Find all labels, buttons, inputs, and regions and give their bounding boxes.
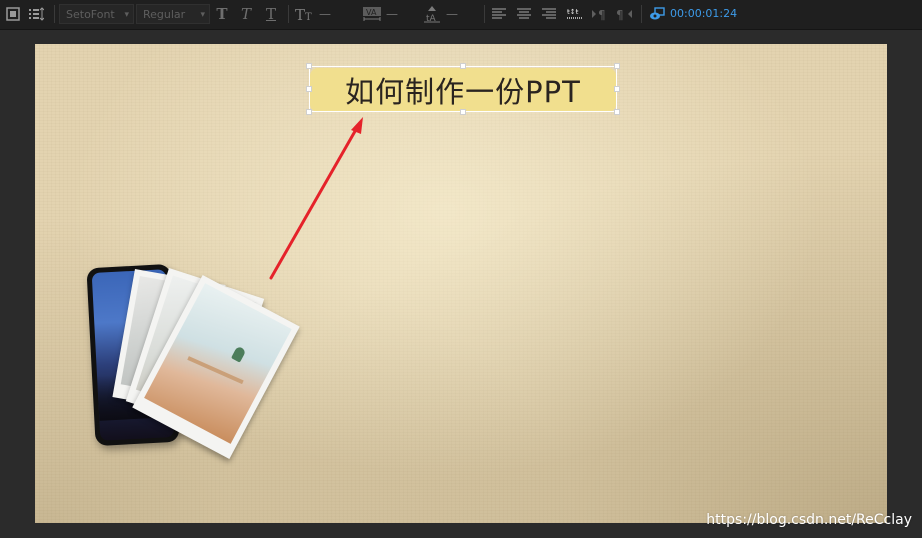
resize-handle[interactable] [614,86,620,92]
ltr-paragraph-icon[interactable]: ¶ [590,3,610,25]
bold-glyph: T [216,5,228,23]
list-settings-icon[interactable] [27,3,45,25]
film-frame-icon[interactable] [5,3,21,25]
chevron-down-icon: ▾ [124,10,129,20]
font-size-icon[interactable]: TT [294,3,316,25]
resize-handle[interactable] [460,109,466,115]
rtl-paragraph-icon[interactable]: ¶ [614,3,634,25]
text-toolbar: SetoFont ▾ Regular ▾ T T T TT — VA — tA … [0,0,922,30]
italic-button[interactable]: T [237,3,255,25]
align-center-icon[interactable] [515,3,533,25]
font-style-value: Regular [143,8,186,21]
resize-handle[interactable] [460,63,466,69]
letter-spacing-value[interactable]: — [385,3,399,25]
font-style-select[interactable]: Regular ▾ [136,4,210,24]
font-size-value[interactable]: — [318,3,332,25]
chevron-down-icon: ▾ [200,10,205,20]
resize-handle[interactable] [306,63,312,69]
svg-text:¶: ¶ [598,8,606,21]
bold-button[interactable]: T [213,3,231,25]
underline-glyph: T [265,5,276,23]
selection-frame [309,66,617,112]
underline-button[interactable]: T [262,3,280,25]
layer-visibility-icon[interactable] [648,3,666,25]
watermark-text: https://blog.csdn.net/ReCclay [706,512,912,528]
align-left-icon[interactable] [490,3,508,25]
resize-handle[interactable] [614,109,620,115]
font-family-select[interactable]: SetoFont ▾ [59,4,134,24]
font-family-value: SetoFont [66,8,115,21]
svg-text:T: T [305,12,312,22]
svg-text:T: T [295,6,305,22]
preview-canvas[interactable]: 如何制作一份PPT [35,44,887,523]
timecode-display[interactable]: 00:00:01:24 [670,7,737,20]
italic-glyph: T [240,5,251,23]
svg-text:VA: VA [366,8,377,17]
svg-text:ŧ↕ŧ: ŧ↕ŧ [567,8,579,16]
resize-handle[interactable] [306,109,312,115]
baseline-shift-value[interactable]: — [445,3,459,25]
baseline-shift-icon[interactable]: tA [421,3,443,25]
resize-handle[interactable] [614,63,620,69]
svg-text:¶: ¶ [616,8,624,21]
text-direction-icon[interactable]: ŧ↕ŧ [565,3,585,25]
letter-spacing-icon[interactable]: VA [361,3,383,25]
plant-decoration [230,345,247,363]
align-right-icon[interactable] [540,3,558,25]
resize-handle[interactable] [306,86,312,92]
